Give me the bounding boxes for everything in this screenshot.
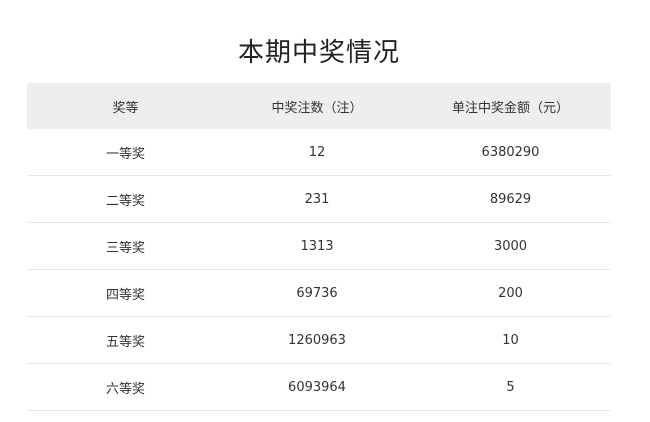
prize-table: 奖等 中奖注数（注） 单注中奖金额（元） 一等奖 12 6380290 二等奖 … <box>27 83 611 411</box>
prize-level-cell: 一等奖 <box>27 129 224 176</box>
winner-count-cell: 1260963 <box>224 316 410 364</box>
prize-level-cell: 六等奖 <box>27 363 224 411</box>
winner-count-cell: 231 <box>224 175 410 223</box>
column-header-amount: 单注中奖金额（元） <box>410 83 611 129</box>
column-header-count: 中奖注数（注） <box>224 83 410 129</box>
prize-level-cell: 四等奖 <box>27 269 224 317</box>
column-header-level: 奖等 <box>27 83 224 129</box>
table-row: 六等奖 6093964 5 <box>27 363 611 411</box>
prize-level-cell: 五等奖 <box>27 316 224 364</box>
prize-amount-cell: 89629 <box>410 175 611 223</box>
table-row: 二等奖 231 89629 <box>27 175 611 223</box>
winner-count-cell: 6093964 <box>224 363 410 411</box>
winner-count-cell: 12 <box>224 129 410 176</box>
prize-amount-cell: 200 <box>410 269 611 317</box>
prize-amount-cell: 3000 <box>410 222 611 270</box>
prize-level-cell: 三等奖 <box>27 222 224 270</box>
page-title: 本期中奖情况 <box>237 38 400 69</box>
table-header-row: 奖等 中奖注数（注） 单注中奖金额（元） <box>27 83 611 129</box>
table-row: 四等奖 69736 200 <box>27 269 611 317</box>
table-row: 三等奖 1313 3000 <box>27 222 611 270</box>
prize-level-cell: 二等奖 <box>27 175 224 223</box>
table-row: 五等奖 1260963 10 <box>27 316 611 364</box>
prize-amount-cell: 5 <box>410 363 611 411</box>
prize-amount-cell: 10 <box>410 316 611 364</box>
table-row: 一等奖 12 6380290 <box>27 129 611 176</box>
winner-count-cell: 1313 <box>224 222 410 270</box>
winner-count-cell: 69736 <box>224 269 410 317</box>
prize-amount-cell: 6380290 <box>410 129 611 176</box>
